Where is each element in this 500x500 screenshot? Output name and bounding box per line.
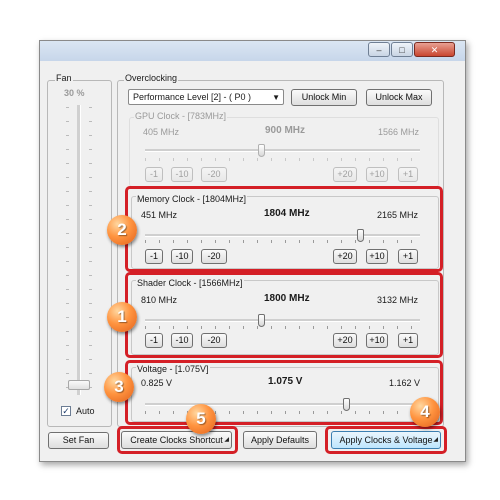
gpu-clock-title: GPU Clock - [783MHz] — [134, 111, 228, 121]
gpu-clock-plus-1-button[interactable]: +1 — [398, 167, 418, 182]
overclocking-group-title: Overclocking — [124, 73, 179, 83]
fan-auto-label: Auto — [76, 406, 95, 416]
annotation-badge-3: 3 — [104, 372, 134, 402]
fan-group-title: Fan — [55, 73, 73, 83]
gpu-clock-slider-thumb[interactable] — [258, 144, 265, 157]
performance-level-value: Performance Level [2] - ( P0 ) — [133, 92, 252, 102]
maximize-icon[interactable]: □ — [391, 42, 413, 57]
annotation-badge-4: 4 — [410, 397, 440, 427]
fan-value: 30 % — [64, 88, 85, 98]
set-fan-button[interactable]: Set Fan — [48, 432, 109, 449]
close-icon[interactable]: ✕ — [414, 42, 455, 57]
create-shortcut-highlight — [117, 426, 238, 454]
gpu-clock-slider-ticks — [145, 158, 420, 161]
gpu-clock-slider-track[interactable] — [145, 149, 420, 152]
fan-slider-ticks-left — [66, 107, 69, 392]
fan-slider-track[interactable] — [77, 105, 81, 395]
gpu-clock-minus-20-button[interactable]: -20 — [201, 167, 227, 182]
fan-slider-thumb[interactable] — [68, 380, 90, 390]
annotation-badge-1: 1 — [107, 302, 137, 332]
gpu-clock-current: 900 MHz — [265, 125, 306, 136]
annotation-badge-2: 2 — [107, 215, 137, 245]
minimize-icon[interactable]: – — [368, 42, 390, 57]
gpu-clock-max: 1566 MHz — [378, 127, 420, 137]
memory-clock-highlight — [125, 186, 443, 272]
gpu-clock-plus-10-button[interactable]: +10 — [366, 167, 388, 182]
performance-level-select[interactable]: Performance Level [2] - ( P0 ) ▼ — [128, 89, 284, 105]
shader-clock-highlight — [125, 272, 443, 358]
apply-clocks-highlight — [325, 426, 447, 454]
gpu-clock-plus-20-button[interactable]: +20 — [333, 167, 357, 182]
voltage-highlight — [125, 360, 443, 425]
chevron-down-icon: ▼ — [272, 93, 280, 102]
annotation-badge-5: 5 — [186, 404, 216, 434]
unlock-max-button[interactable]: Unlock Max — [366, 89, 432, 106]
fan-slider-ticks-right — [89, 107, 92, 392]
fan-auto-checkbox[interactable]: ✓ — [61, 406, 71, 416]
apply-defaults-button[interactable]: Apply Defaults — [243, 431, 317, 449]
gpu-clock-minus-10-button[interactable]: -10 — [171, 167, 193, 182]
gpu-clock-minus-1-button[interactable]: -1 — [145, 167, 163, 182]
unlock-min-button[interactable]: Unlock Min — [291, 89, 357, 106]
gpu-clock-min: 405 MHz — [143, 127, 180, 137]
